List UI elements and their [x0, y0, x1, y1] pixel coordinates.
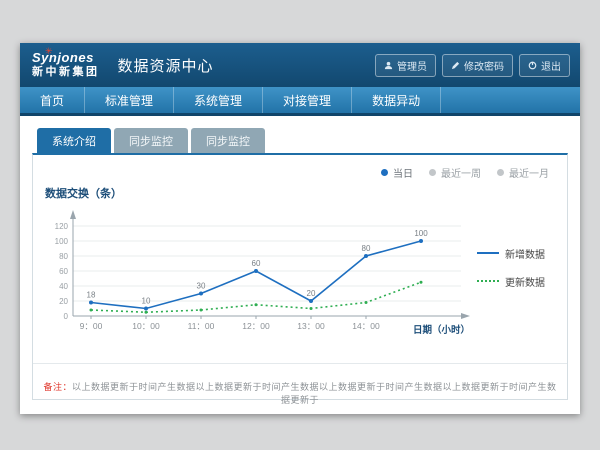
logout-button[interactable]: 退出 — [519, 54, 570, 77]
svg-text:60: 60 — [59, 267, 68, 276]
svg-text:日期（小时）: 日期（小时） — [413, 324, 470, 336]
logout-label: 退出 — [541, 58, 561, 73]
nav-item-interface-management[interactable]: 对接管理 — [263, 87, 352, 113]
svg-text:20: 20 — [307, 289, 316, 298]
svg-text:80: 80 — [362, 244, 371, 253]
tab-sync-monitor-2[interactable]: 同步监控 — [191, 128, 265, 153]
header-actions: 管理员 修改密码 退出 — [375, 54, 570, 77]
change-password-button[interactable]: 修改密码 — [442, 54, 513, 77]
svg-text:12：00: 12：00 — [242, 321, 270, 331]
page-title: 数据资源中心 — [118, 55, 214, 76]
nav-item-system-management[interactable]: 系统管理 — [174, 87, 263, 113]
logout-icon — [528, 61, 537, 70]
legend-label: 新增数据 — [505, 246, 545, 261]
range-filter-last-week[interactable]: 最近一周 — [429, 165, 481, 180]
range-filter-label: 最近一周 — [441, 165, 481, 180]
logo-subtext: 新中新集团 — [32, 66, 100, 79]
svg-text:40: 40 — [59, 282, 68, 291]
nav-item-home[interactable]: 首页 — [20, 87, 85, 113]
line-chart: 0 20 40 60 80 100 120 9：00 10：00 11：00 12：00 13：00 1… — [43, 203, 473, 353]
logo-star-icon: ✳ — [45, 46, 53, 56]
svg-text:100: 100 — [414, 229, 428, 238]
svg-text:10: 10 — [142, 297, 151, 306]
dot-icon — [429, 169, 436, 176]
svg-text:30: 30 — [197, 282, 206, 291]
line-sample-icon — [477, 280, 499, 282]
change-password-label: 修改密码 — [464, 58, 504, 73]
admin-user-label: 管理员 — [397, 58, 427, 73]
app-window: ✳ Synjones 新中新集团 数据资源中心 管理员 修改密码 — [20, 43, 580, 414]
remark-body: 以上数据更新于时间产生数据以上数据更新于时间产生数据以上数据更新于时间产生数据以… — [72, 382, 557, 405]
divider — [33, 363, 567, 364]
range-filter-label: 当日 — [393, 165, 413, 180]
svg-text:10：00: 10：00 — [132, 321, 160, 331]
chart-row: 0 20 40 60 80 100 120 9：00 10：00 11：00 12：00 13：00 1… — [43, 203, 557, 353]
remark-label: 备注： — [43, 382, 72, 392]
svg-text:0: 0 — [64, 312, 69, 321]
pencil-icon — [451, 61, 460, 70]
tab-sync-monitor-1[interactable]: 同步监控 — [114, 128, 188, 153]
tab-system-intro[interactable]: 系统介绍 — [37, 128, 111, 153]
series-legend: 新增数据 更新数据 — [473, 181, 557, 353]
app-header: ✳ Synjones 新中新集团 数据资源中心 管理员 修改密码 — [20, 43, 580, 87]
legend-entry-updated-data[interactable]: 更新数据 — [477, 274, 557, 289]
svg-text:18: 18 — [87, 291, 96, 300]
chart-panel: 当日 最近一周 最近一月 数据交换（条） 0204060801001209：00… — [32, 153, 568, 400]
svg-text:11：00: 11：00 — [188, 321, 215, 331]
nav-item-standard-management[interactable]: 标准管理 — [85, 87, 174, 113]
dot-icon — [497, 169, 504, 176]
range-filter-label: 最近一月 — [509, 165, 549, 180]
main-nav: 首页 标准管理 系统管理 对接管理 数据异动 — [20, 87, 580, 116]
svg-text:13：00: 13：00 — [297, 321, 325, 331]
svg-text:80: 80 — [59, 252, 68, 261]
svg-text:60: 60 — [252, 259, 261, 268]
remark-text: 备注：以上数据更新于时间产生数据以上数据更新于时间产生数据以上数据更新于时间产生… — [43, 380, 557, 406]
svg-text:100: 100 — [55, 237, 69, 246]
svg-text:9：00: 9：00 — [80, 321, 103, 331]
user-icon — [384, 61, 393, 70]
logo-text: Synjones — [32, 51, 100, 66]
legend-entry-new-data[interactable]: 新增数据 — [477, 246, 557, 261]
nav-item-data-change[interactable]: 数据异动 — [352, 87, 441, 113]
content-area: 系统介绍 同步监控 同步监控 当日 最近一周 最近一月 数据交换（条） — [20, 116, 580, 400]
svg-text:20: 20 — [59, 297, 68, 306]
svg-text:14：00: 14：00 — [352, 321, 380, 331]
line-sample-icon — [477, 252, 499, 254]
svg-text:120: 120 — [55, 222, 69, 231]
tab-bar: 系统介绍 同步监控 同步监控 — [32, 128, 568, 153]
logo: ✳ Synjones 新中新集团 — [32, 51, 100, 79]
dot-icon — [381, 169, 388, 176]
range-filter-group: 当日 最近一周 最近一月 — [381, 165, 549, 180]
range-filter-today[interactable]: 当日 — [381, 165, 413, 180]
legend-label: 更新数据 — [505, 274, 545, 289]
admin-user-button[interactable]: 管理员 — [375, 54, 436, 77]
range-filter-last-month[interactable]: 最近一月 — [497, 165, 549, 180]
